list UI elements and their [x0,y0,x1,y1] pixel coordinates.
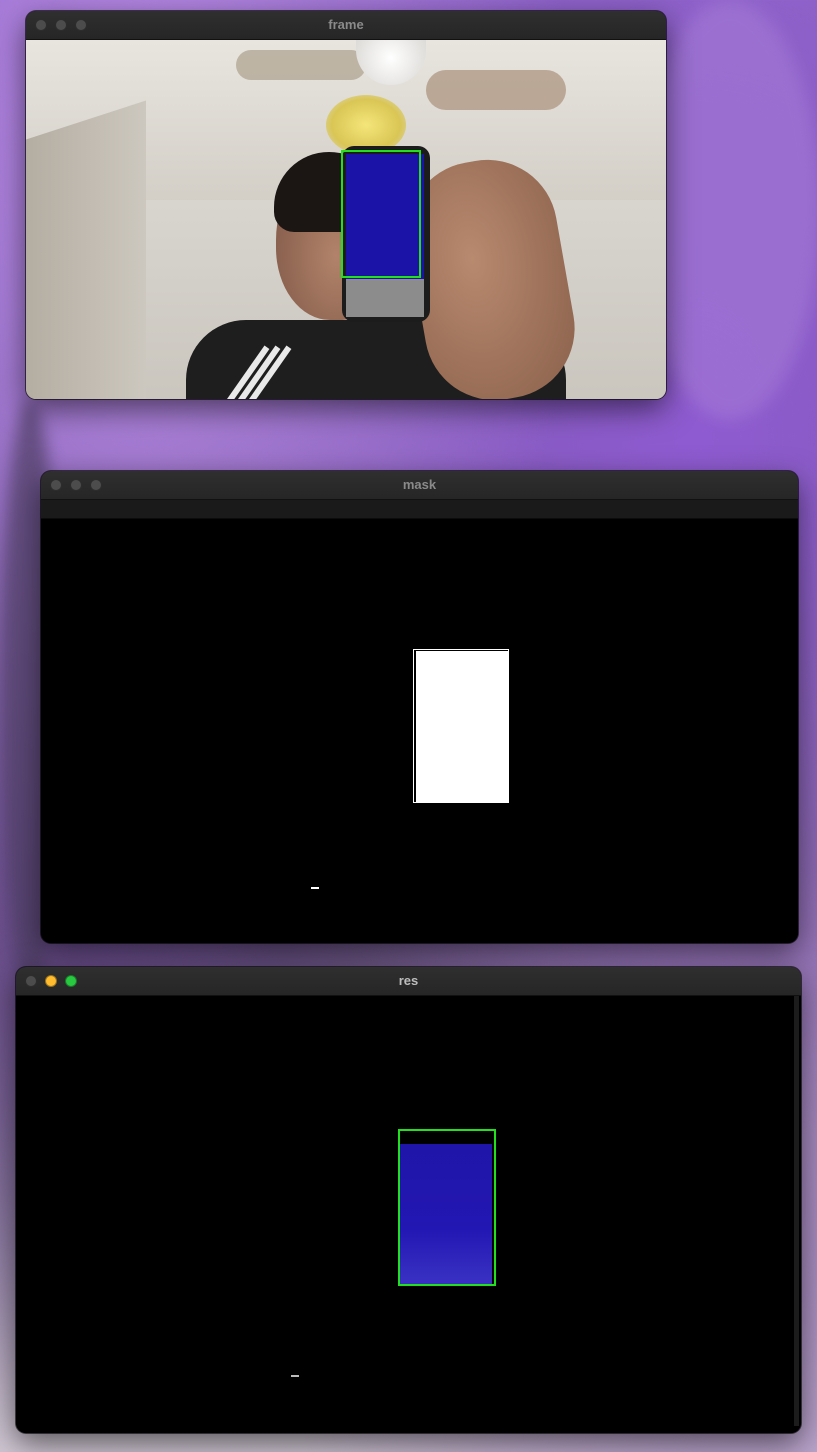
scrollbar[interactable] [794,996,799,1426]
phone-screen-bottom [346,279,424,317]
res-titlebar[interactable]: res [16,967,801,996]
frame-window-title: frame [328,17,364,32]
res-window-title: res [398,973,419,988]
res-window[interactable]: res [16,967,801,1433]
result-bounding-box [398,1129,496,1286]
ceiling-fan-blade [236,50,366,80]
detection-bounding-box [341,150,421,278]
camera-feed-image [26,40,666,399]
window-toolbar [41,500,798,519]
mask-noise-speck [311,887,319,889]
frame-window[interactable]: frame [26,11,666,399]
wallpaper [640,0,817,420]
frame-titlebar[interactable]: frame [26,11,666,40]
mask-window-title: mask [402,477,437,492]
result-noise-speck [291,1375,299,1377]
mask-window[interactable]: mask [41,471,798,943]
mask-image [41,519,798,943]
mask-bounding-box [413,649,509,803]
left-wall [26,100,146,399]
result-image [16,996,801,1433]
mask-titlebar[interactable]: mask [41,471,798,500]
ceiling-fan-blade [426,70,566,110]
